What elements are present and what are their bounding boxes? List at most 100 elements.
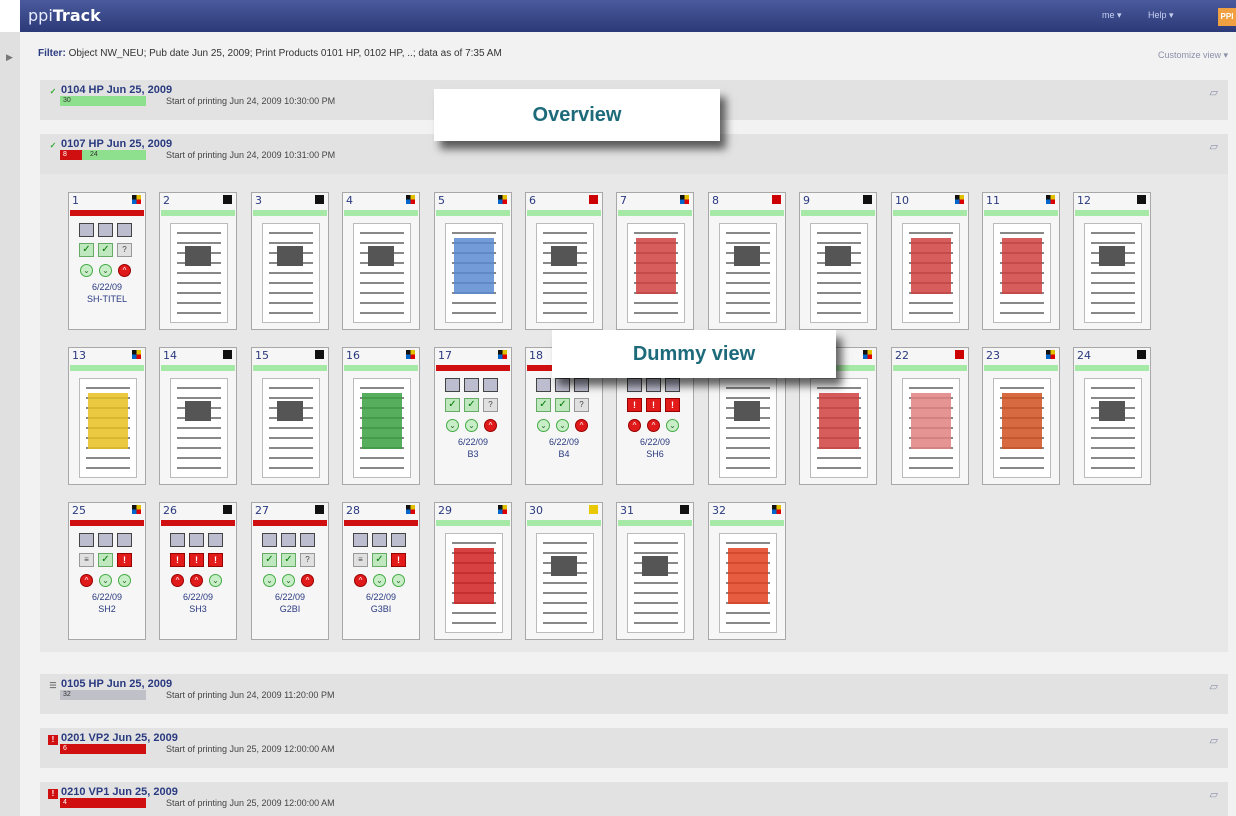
page-card[interactable]: 7 <box>616 192 694 330</box>
print-product-row[interactable]: ☰ 0105 HP Jun 25, 2009 32 Start of printi… <box>40 674 1228 714</box>
ok-circle-icon: ⌄ <box>99 574 112 587</box>
page-thumbnail[interactable] <box>719 533 777 633</box>
page-card[interactable]: 31 <box>616 502 694 640</box>
page-thumbnail[interactable] <box>993 378 1051 478</box>
product-title: 0201 VP2 Jun 25, 2009 <box>61 732 178 744</box>
proof-status-icon <box>646 378 661 392</box>
page-thumbnail[interactable] <box>353 223 411 323</box>
filter-bar[interactable]: Filter: Object NW_NEU; Pub date Jun 25, … <box>38 48 502 59</box>
page-card[interactable]: 15 <box>251 347 329 485</box>
page-status-strip <box>161 365 235 371</box>
alert-circle-icon: ^ <box>628 419 641 432</box>
comment-icon[interactable]: ▱ <box>1210 734 1218 747</box>
page-thumbnail[interactable] <box>902 223 960 323</box>
page-card[interactable]: 12 <box>1073 192 1151 330</box>
page-thumbnail[interactable] <box>1084 378 1142 478</box>
page-card[interactable]: 28 ≡ ✓! ^ ⌄ ⌄ 6/22/09 G3BI <box>342 502 420 640</box>
page-thumbnail[interactable] <box>1084 223 1142 323</box>
ok-circle-icon: ⌄ <box>80 264 93 277</box>
page-thumbnail[interactable] <box>627 223 685 323</box>
print-product-row-expanded[interactable]: ✓ 0107 HP Jun 25, 2009 8 24 Start of print… <box>40 134 1228 652</box>
page-status-strip <box>1075 210 1149 216</box>
page-card[interactable]: 29 <box>434 502 512 640</box>
page-card[interactable]: 27 ✓ ✓? ⌄ ⌄ ^ 6/22/09 G2BI <box>251 502 329 640</box>
page-card[interactable]: 6 <box>525 192 603 330</box>
page-card[interactable]: 10 <box>891 192 969 330</box>
color-mode-icon <box>223 195 232 204</box>
page-card[interactable]: 4 <box>342 192 420 330</box>
expand-arrow-icon[interactable]: ▶ <box>6 52 13 63</box>
page-thumbnail[interactable] <box>170 223 228 323</box>
page-number: 26 <box>163 504 177 517</box>
comment-icon[interactable]: ▱ <box>1210 86 1218 99</box>
proof-status-icon <box>627 378 642 392</box>
page-card[interactable]: 1 ✓ ✓? ⌄ ⌄ ^ 6/22/09 SH-TITEL <box>68 192 146 330</box>
ok-circle-icon: ⌄ <box>282 574 295 587</box>
color-mode-icon <box>863 195 872 204</box>
page-card[interactable]: 32 <box>708 502 786 640</box>
check-icon: ✓ <box>49 141 57 150</box>
comment-icon[interactable]: ▱ <box>1210 140 1218 153</box>
page-number: 4 <box>346 194 353 207</box>
product-title: 0210 VP1 Jun 25, 2009 <box>61 786 178 798</box>
page-card[interactable]: 24 <box>1073 347 1151 485</box>
page-card[interactable]: 3 <box>251 192 329 330</box>
color-mode-icon <box>1046 350 1055 359</box>
color-mode-icon <box>406 350 415 359</box>
page-card[interactable]: 9 <box>799 192 877 330</box>
page-card[interactable]: 25 ≡ ✓! ^ ⌄ ⌄ 6/22/09 SH2 <box>68 502 146 640</box>
customize-view-button[interactable]: Customize view ▾ <box>1158 50 1228 61</box>
color-mode-icon <box>223 350 232 359</box>
page-card[interactable]: 13 <box>68 347 146 485</box>
page-thumbnail[interactable] <box>536 223 594 323</box>
page-thumbnail[interactable] <box>902 378 960 478</box>
page-number: 10 <box>895 194 909 207</box>
left-collapse-strip[interactable]: ▶ <box>0 32 20 816</box>
page-thumbnail[interactable] <box>445 533 503 633</box>
ok-circle-icon: ⌄ <box>118 574 131 587</box>
page-thumbnail[interactable] <box>170 378 228 478</box>
comment-icon[interactable]: ▱ <box>1210 680 1218 693</box>
page-thumbnail[interactable] <box>719 223 777 323</box>
page-card[interactable]: 2 <box>159 192 237 330</box>
page-thumbnail[interactable] <box>719 378 777 478</box>
page-number: 5 <box>438 194 445 207</box>
page-number: 30 <box>529 504 543 517</box>
page-card[interactable]: 11 <box>982 192 1060 330</box>
page-card[interactable]: 26!!! ^ ^ ⌄ 6/22/09 SH3 <box>159 502 237 640</box>
start-of-printing: Start of printing Jun 25, 2009 12:00:00 … <box>166 798 335 808</box>
page-card[interactable]: 23 <box>982 347 1060 485</box>
progress-bar: 30 <box>60 96 146 106</box>
ok-circle-icon: ⌄ <box>556 419 569 432</box>
page-card[interactable]: 16 <box>342 347 420 485</box>
page-thumbnail[interactable] <box>79 378 137 478</box>
print-product-row[interactable]: ! 0201 VP2 Jun 25, 2009 6 Start of printi… <box>40 728 1228 768</box>
user-menu[interactable]: me ▾ <box>1102 10 1122 21</box>
page-card[interactable]: 8 <box>708 192 786 330</box>
page-card[interactable]: 14 <box>159 347 237 485</box>
page-thumbnail[interactable] <box>445 223 503 323</box>
page-thumbnail[interactable] <box>262 378 320 478</box>
comment-icon[interactable]: ▱ <box>1210 788 1218 801</box>
help-menu[interactable]: Help ▾ <box>1148 10 1174 21</box>
error-icon: ! <box>189 553 204 567</box>
page-thumbnail[interactable] <box>627 533 685 633</box>
page-thumbnail[interactable] <box>993 223 1051 323</box>
avatar[interactable]: PPI <box>1218 8 1236 26</box>
page-number: 22 <box>895 349 909 362</box>
page-card[interactable]: 30 <box>525 502 603 640</box>
page-thumbnail[interactable] <box>353 378 411 478</box>
page-card[interactable]: 5 <box>434 192 512 330</box>
app-window: ▶ ppiTrack me ▾ Help ▾ PPI Filter: Objec… <box>0 0 1236 816</box>
page-thumbnail[interactable] <box>810 223 868 323</box>
page-card[interactable]: 22 <box>891 347 969 485</box>
page-thumbnail[interactable] <box>810 378 868 478</box>
page-thumbnail[interactable] <box>536 533 594 633</box>
print-product-row[interactable]: ! 0210 VP1 Jun 25, 2009 4 Start of printi… <box>40 782 1228 816</box>
ok-circle-icon: ⌄ <box>666 419 679 432</box>
page-thumbnail[interactable] <box>262 223 320 323</box>
page-card[interactable]: 17 ✓ ✓? ⌄ ⌄ ^ 6/22/09 B3 <box>434 347 512 485</box>
alert-circle-icon: ^ <box>575 419 588 432</box>
proof-status-icon <box>574 378 589 392</box>
error-icon: ! <box>117 553 132 567</box>
